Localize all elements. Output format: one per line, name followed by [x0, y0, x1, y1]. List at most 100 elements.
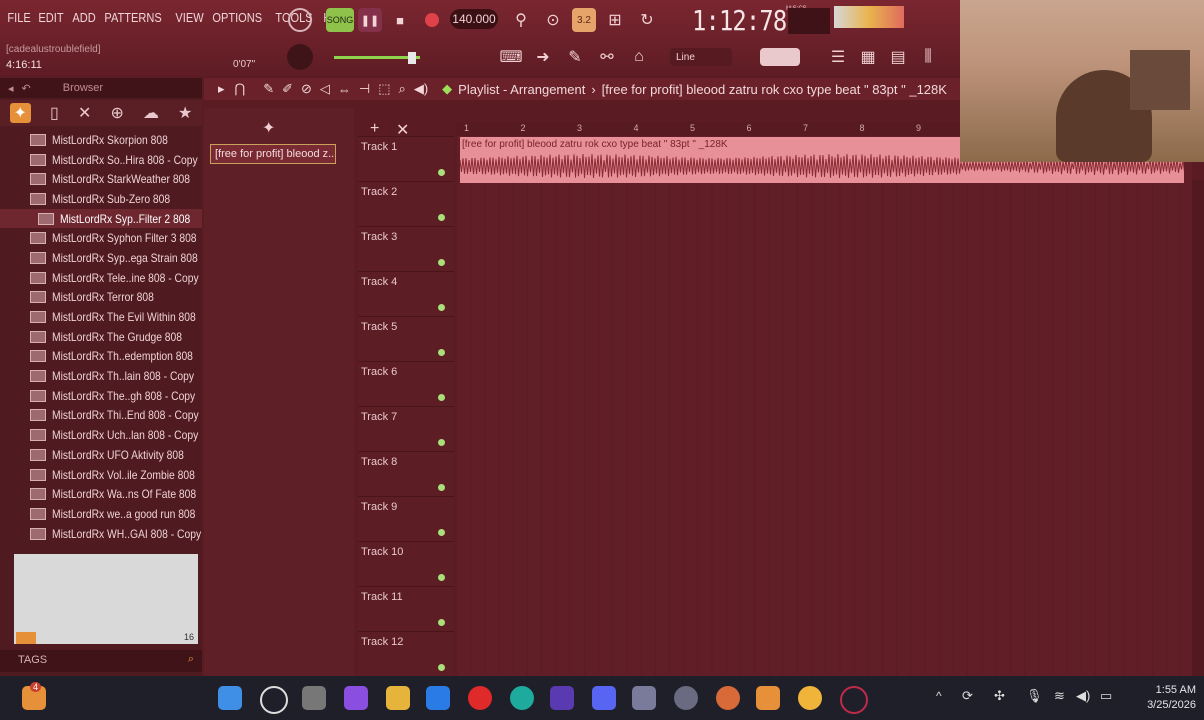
browser-file-item[interactable]: MistLordRx Thi..End 808 - Copy: [0, 406, 202, 426]
playlist-arrow-icon[interactable]: ◆: [442, 81, 452, 97]
browser-file-item[interactable]: MistLordRx Terror 808: [0, 288, 202, 308]
track-header[interactable]: Track 7: [358, 406, 454, 452]
discord-icon[interactable]: [592, 686, 616, 710]
mail-icon[interactable]: [426, 686, 450, 710]
countdown-button[interactable]: 3.2: [572, 8, 596, 32]
zoom-icon[interactable]: ⌕: [399, 81, 406, 97]
menu-item-options[interactable]: OPTIONS: [209, 10, 266, 25]
task-view-icon[interactable]: [302, 686, 326, 710]
browser-back-icon[interactable]: ↶: [22, 82, 31, 95]
wifi-icon[interactable]: ≋: [1054, 688, 1065, 704]
track-header[interactable]: Track 6: [358, 361, 454, 407]
speaker-icon[interactable]: ◀): [414, 81, 428, 97]
menu-item-add[interactable]: ADD: [69, 10, 99, 25]
globe-icon[interactable]: ⊕: [110, 103, 123, 123]
start-icon[interactable]: [218, 686, 242, 710]
delete-icon[interactable]: ⊘: [301, 81, 312, 97]
brush-icon[interactable]: ✐: [282, 81, 293, 97]
link-button[interactable]: ⚯: [594, 46, 620, 68]
track-enable-led[interactable]: [438, 394, 445, 401]
fl-studio-icon[interactable]: [756, 686, 780, 710]
playlist-grid[interactable]: [456, 122, 1192, 676]
pattern-selector[interactable]: [760, 48, 800, 66]
tags-bar[interactable]: TAGS ⌕: [0, 650, 202, 672]
song-mode-button[interactable]: SONG: [326, 8, 354, 32]
track-enable-led[interactable]: [438, 349, 445, 356]
browser-file-item[interactable]: MistLordRx we..a good run 808: [0, 504, 202, 524]
picker-clip-item[interactable]: [free for profit] bleood z..: [210, 144, 336, 164]
sample-preview[interactable]: 16: [14, 554, 198, 644]
browser-file-item[interactable]: MistLordRx Syphon Filter 3 808: [0, 228, 202, 248]
snap-selector[interactable]: Line: [670, 48, 732, 66]
microphone-icon[interactable]: 🎙: [1026, 688, 1043, 704]
track-enable-led[interactable]: [438, 574, 445, 581]
search-icon[interactable]: ⌕: [188, 653, 194, 666]
browser-file-item[interactable]: MistLordRx UFO Aktivity 808: [0, 445, 202, 465]
record-button[interactable]: [420, 8, 444, 32]
track-enable-led[interactable]: [438, 214, 445, 221]
tray-app-icon[interactable]: ✣: [994, 688, 1005, 704]
mute-icon[interactable]: ◁: [320, 81, 330, 97]
slip-icon[interactable]: ⇔: [338, 82, 351, 97]
edge-icon[interactable]: [510, 686, 534, 710]
audio-clip-icon[interactable]: ✦: [262, 118, 275, 138]
collapse-icon[interactable]: ✕: [78, 103, 91, 123]
track-enable-led[interactable]: [438, 169, 445, 176]
browser-file-item[interactable]: MistLordRx The..gh 808 - Copy: [0, 386, 202, 406]
menu-item-view[interactable]: VIEW: [172, 10, 207, 25]
obs-icon[interactable]: [674, 686, 698, 710]
browser-file-item[interactable]: MistLordRx Th..lain 808 - Copy: [0, 366, 202, 386]
track-header[interactable]: Track 11: [358, 586, 454, 632]
master-volume-knob[interactable]: [287, 44, 313, 70]
browser-file-item[interactable]: MistLordRx Wa..ns Of Fate 808: [0, 484, 202, 504]
cloud-icon[interactable]: ☁: [143, 103, 159, 123]
preview-play-icon[interactable]: [16, 632, 36, 644]
playlist-scrollbar[interactable]: [1192, 180, 1204, 676]
track-enable-led[interactable]: [438, 619, 445, 626]
slider-handle[interactable]: [408, 52, 416, 64]
browser-file-item[interactable]: MistLordRx Skorpion 808: [0, 130, 202, 150]
track-enable-led[interactable]: [438, 439, 445, 446]
browser-file-item[interactable]: MistLordRx Syp..ega Strain 808: [0, 248, 202, 268]
stop-button[interactable]: ■: [388, 8, 412, 32]
track-enable-led[interactable]: [438, 529, 445, 536]
browser-arrow-icon[interactable]: ◂: [8, 82, 14, 95]
track-header[interactable]: Track 5: [358, 316, 454, 362]
chrome-icon[interactable]: [798, 686, 822, 710]
camera-icon[interactable]: [632, 686, 656, 710]
play-button[interactable]: ❚❚: [358, 8, 382, 32]
typing-keyboard-button[interactable]: ⌨: [498, 46, 524, 68]
track-enable-led[interactable]: [438, 259, 445, 266]
search-icon[interactable]: [260, 686, 288, 714]
browser-file-item[interactable]: MistLordRx StarkWeather 808: [0, 169, 202, 189]
metronome-button[interactable]: ⚲: [508, 8, 534, 32]
browser-file-item[interactable]: MistLordRx Uch..lan 808 - Copy: [0, 425, 202, 445]
slice-icon[interactable]: ⊣: [359, 81, 370, 97]
menu-item-edit[interactable]: EDIT: [35, 10, 67, 25]
track-header[interactable]: Track 3: [358, 226, 454, 272]
copilot-icon[interactable]: [344, 686, 368, 710]
browser-file-item[interactable]: MistLordRx Syp..Filter 2 808: [0, 208, 202, 229]
browser-file-item[interactable]: MistLordRx So..Hira 808 - Copy: [0, 150, 202, 170]
track-header[interactable]: Track 9: [358, 496, 454, 542]
menu-item-patterns[interactable]: PATTERNS: [101, 10, 165, 25]
arrow-tool-button[interactable]: ➜: [530, 46, 556, 68]
track-header[interactable]: Track 10: [358, 541, 454, 587]
browser-file-item[interactable]: MistLordRx Sub-Zero 808: [0, 189, 202, 209]
tempo-display[interactable]: 140.000: [450, 9, 498, 29]
tray-chevron-icon[interactable]: ^: [936, 689, 942, 703]
browser-options-icon[interactable]: ✦: [9, 103, 31, 123]
track-header[interactable]: Track 4: [358, 271, 454, 317]
pencil-icon[interactable]: ✎: [263, 81, 274, 97]
song-time-display[interactable]: 1:12:78: [692, 4, 787, 37]
menu-item-file[interactable]: FILE: [4, 10, 34, 25]
playlist-window-button[interactable]: ☰: [826, 46, 850, 68]
select-icon[interactable]: ⬚: [378, 81, 390, 97]
track-enable-led[interactable]: [438, 664, 445, 671]
video-editor-icon[interactable]: [550, 686, 574, 710]
track-enable-led[interactable]: [438, 304, 445, 311]
battery-icon[interactable]: ▭: [1100, 688, 1112, 704]
browser-file-item[interactable]: MistLordRx The Evil Within 808: [0, 307, 202, 327]
track-header[interactable]: Track 8: [358, 451, 454, 497]
browser-file-item[interactable]: MistLordRx Tele..ine 808 - Copy: [0, 268, 202, 288]
